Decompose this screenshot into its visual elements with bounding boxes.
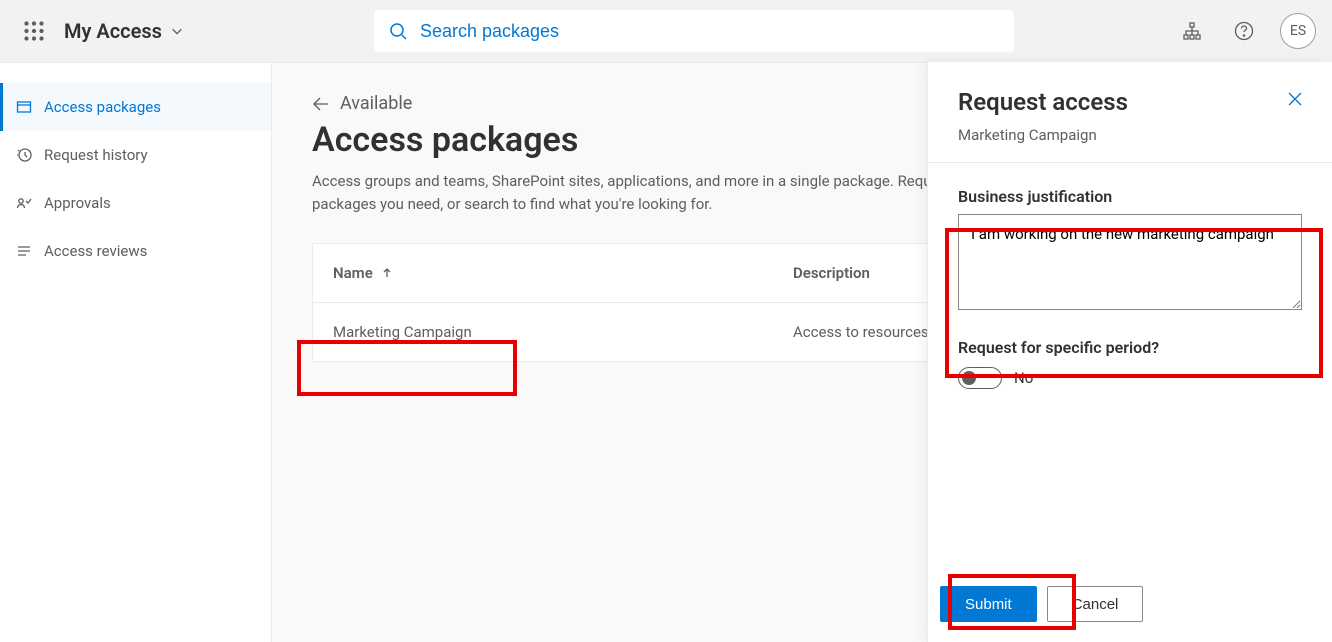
submit-button[interactable]: Submit — [940, 586, 1037, 622]
period-toggle[interactable] — [958, 367, 1002, 389]
sidebar-item-label: Approvals — [44, 194, 111, 212]
cancel-label: Cancel — [1072, 596, 1119, 613]
app-launcher-icon[interactable] — [16, 13, 52, 49]
sidebar-item-request-history[interactable]: Request history — [0, 131, 271, 179]
sidebar-item-access-packages[interactable]: Access packages — [0, 83, 271, 131]
toggle-knob — [962, 371, 976, 385]
period-field-group: Request for specific period? No — [940, 338, 1320, 389]
sidebar-item-label: Request history — [44, 146, 148, 164]
search-box[interactable] — [374, 10, 1014, 52]
user-avatar[interactable]: ES — [1280, 13, 1316, 49]
app-title-text: My Access — [64, 19, 162, 43]
panel-body: Business justification Request for speci… — [928, 163, 1332, 574]
approvals-icon — [16, 194, 34, 212]
column-header-name[interactable]: Name — [333, 264, 793, 282]
request-access-panel: Request access Marketing Campaign Busine… — [927, 62, 1332, 642]
header-actions: ES — [1176, 13, 1316, 49]
top-bar: My Access ES — [0, 0, 1332, 62]
sidebar-item-label: Access reviews — [44, 242, 147, 260]
submit-label: Submit — [965, 596, 1012, 613]
help-icon[interactable] — [1228, 15, 1260, 47]
panel-footer: Submit Cancel — [928, 574, 1332, 642]
history-icon — [16, 146, 34, 164]
app-title-dropdown[interactable]: My Access — [64, 19, 184, 43]
justification-label: Business justification — [958, 187, 1302, 206]
column-desc-label: Description — [793, 264, 870, 282]
column-name-label: Name — [333, 264, 373, 282]
search-input[interactable] — [420, 21, 1000, 42]
row-name: Marketing Campaign — [333, 323, 793, 341]
cancel-button[interactable]: Cancel — [1047, 586, 1144, 622]
sort-ascending-icon — [381, 267, 393, 279]
period-label: Request for specific period? — [958, 338, 1302, 357]
package-icon — [16, 98, 34, 116]
justification-textarea[interactable] — [958, 214, 1302, 310]
reviews-icon — [16, 242, 34, 260]
avatar-initials: ES — [1290, 23, 1306, 39]
chevron-down-icon — [170, 24, 184, 38]
sidebar-item-approvals[interactable]: Approvals — [0, 179, 271, 227]
sidebar: Access packages Request history Approval… — [0, 63, 272, 642]
sidebar-item-label: Access packages — [44, 98, 161, 116]
period-toggle-value: No — [1014, 369, 1033, 387]
justification-field-group: Business justification — [940, 187, 1320, 314]
back-arrow-icon[interactable] — [312, 95, 330, 113]
sitemap-icon[interactable] — [1176, 15, 1208, 47]
breadcrumb-label: Available — [340, 93, 412, 114]
period-toggle-row: No — [958, 367, 1302, 389]
close-icon[interactable] — [1286, 90, 1304, 108]
panel-title: Request access — [958, 88, 1302, 116]
search-icon — [388, 21, 408, 41]
panel-subtitle: Marketing Campaign — [958, 126, 1302, 144]
sidebar-item-access-reviews[interactable]: Access reviews — [0, 227, 271, 275]
panel-header: Request access Marketing Campaign — [928, 62, 1332, 163]
